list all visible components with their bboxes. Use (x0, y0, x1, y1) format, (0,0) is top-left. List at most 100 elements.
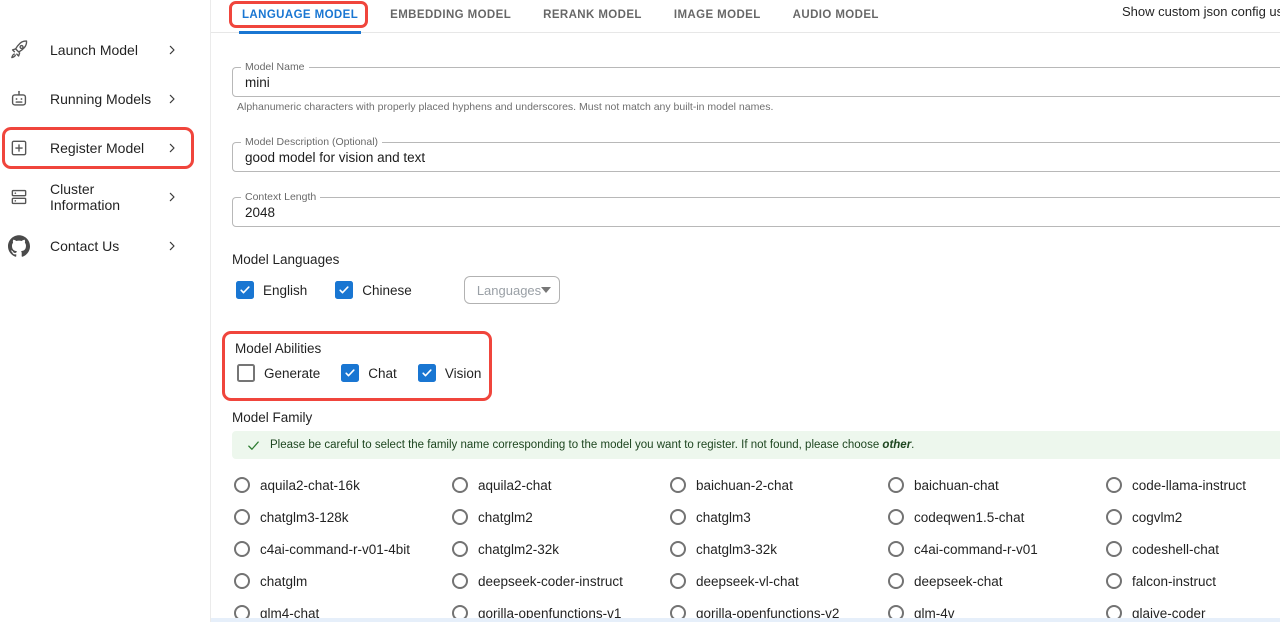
radio-option-chatglm3-128k[interactable]: chatglm3-128k (234, 501, 452, 533)
radio-option-aquila2-chat-16k[interactable]: aquila2-chat-16k (234, 469, 452, 501)
model-abilities-title: Model Abilities (235, 341, 489, 356)
checkbox-chinese[interactable]: Chinese (335, 281, 412, 299)
caret-down-icon (541, 287, 551, 293)
model-description-input[interactable] (232, 142, 1280, 172)
radio-option-label: codeqwen1.5-chat (914, 510, 1024, 525)
context-length-field: Context Length (232, 197, 1280, 227)
cluster-icon (8, 186, 30, 208)
radio-option-label: c4ai-command-r-v01 (914, 542, 1038, 557)
radio-unchecked-icon (452, 573, 468, 589)
sidebar-item-running-models[interactable]: Running Models (0, 81, 210, 117)
radio-unchecked-icon (452, 477, 468, 493)
radio-option-c4ai-command-r-v01[interactable]: c4ai-command-r-v01 (888, 533, 1106, 565)
radio-option-label: codeshell-chat (1132, 542, 1219, 557)
radio-option-falcon-instruct[interactable]: falcon-instruct (1106, 565, 1280, 597)
radio-option-label: code-llama-instruct (1132, 478, 1246, 493)
radio-option-label: chatglm3-128k (260, 510, 349, 525)
languages-select[interactable]: Languages (464, 276, 560, 304)
model-name-input[interactable] (232, 67, 1280, 97)
radio-option-aquila2-chat[interactable]: aquila2-chat (452, 469, 670, 501)
checkbox-label: English (263, 283, 307, 298)
tab-audio-model[interactable]: AUDIO MODEL (790, 0, 882, 33)
model-languages-row: English Chinese Languages (236, 276, 1280, 304)
tab-image-model[interactable]: IMAGE MODEL (671, 0, 764, 33)
model-languages-title: Model Languages (232, 252, 1280, 267)
sidebar-item-cluster-information[interactable]: Cluster Information (0, 179, 210, 215)
radio-unchecked-icon (888, 509, 904, 525)
github-icon (8, 235, 30, 257)
radio-option-label: baichuan-2-chat (696, 478, 793, 493)
model-family-options: aquila2-chat-16k aquila2-chat baichuan-2-c… (234, 469, 1280, 622)
sidebar-item-label: Register Model (50, 140, 164, 156)
context-length-input[interactable] (232, 197, 1280, 227)
radio-unchecked-icon (670, 573, 686, 589)
rocket-icon (8, 39, 30, 61)
model-description-label: Model Description (Optional) (241, 136, 382, 148)
tab-embedding-model[interactable]: EMBEDDING MODEL (387, 0, 514, 33)
sidebar-item-launch-model[interactable]: Launch Model (0, 32, 210, 68)
radio-unchecked-icon (1106, 509, 1122, 525)
radio-unchecked-icon (670, 509, 686, 525)
model-name-helper: Alphanumeric characters with properly pl… (237, 101, 1280, 113)
languages-select-label: Languages (477, 283, 541, 298)
radio-option-label: chatglm3-32k (696, 542, 777, 557)
radio-option-chatglm[interactable]: chatglm (234, 565, 452, 597)
radio-option-label: aquila2-chat-16k (260, 478, 360, 493)
radio-option-codeqwen1-5-chat[interactable]: codeqwen1.5-chat (888, 501, 1106, 533)
sidebar-item-label: Cluster Information (50, 181, 164, 213)
radio-unchecked-icon (888, 541, 904, 557)
sidebar-item-register-model[interactable]: Register Model (0, 130, 210, 166)
radio-option-chatglm2-32k[interactable]: chatglm2-32k (452, 533, 670, 565)
tab-language-model[interactable]: LANGUAGE MODEL (239, 0, 361, 33)
tab-annotation-box (229, 1, 368, 28)
checkbox-generate[interactable]: Generate (237, 364, 320, 382)
context-length-label: Context Length (241, 191, 320, 203)
radio-unchecked-icon (670, 541, 686, 557)
checkbox-unchecked-icon (237, 364, 255, 382)
radio-option-chatglm3-32k[interactable]: chatglm3-32k (670, 533, 888, 565)
checkbox-label: Generate (264, 366, 320, 381)
model-family-notice-text: Please be careful to select the family n… (270, 439, 914, 451)
radio-option-label: aquila2-chat (478, 478, 552, 493)
checkbox-checked-icon (236, 281, 254, 299)
radio-option-label: deepseek-chat (914, 574, 1003, 589)
radio-option-baichuan-chat[interactable]: baichuan-chat (888, 469, 1106, 501)
chevron-right-icon (164, 189, 180, 205)
radio-option-codeshell-chat[interactable]: codeshell-chat (1106, 533, 1280, 565)
radio-option-baichuan-2-chat[interactable]: baichuan-2-chat (670, 469, 888, 501)
radio-option-chatglm2[interactable]: chatglm2 (452, 501, 670, 533)
checkbox-english[interactable]: English (236, 281, 307, 299)
tab-rerank-model[interactable]: RERANK MODEL (540, 0, 645, 33)
radio-option-c4ai-command-r-v01-4bit[interactable]: c4ai-command-r-v01-4bit (234, 533, 452, 565)
radio-option-label: c4ai-command-r-v01-4bit (260, 542, 410, 557)
radio-unchecked-icon (1106, 573, 1122, 589)
active-tab-indicator (239, 31, 361, 34)
radio-option-label: deepseek-vl-chat (696, 574, 799, 589)
radio-option-cogvlm2[interactable]: cogvlm2 (1106, 501, 1280, 533)
check-icon (246, 438, 261, 453)
radio-unchecked-icon (234, 573, 250, 589)
radio-option-chatglm3[interactable]: chatglm3 (670, 501, 888, 533)
radio-option-deepseek-coder-instruct[interactable]: deepseek-coder-instruct (452, 565, 670, 597)
radio-option-label: baichuan-chat (914, 478, 999, 493)
checkbox-label: Chat (368, 366, 397, 381)
robot-icon (8, 88, 30, 110)
bottom-strip (211, 618, 1280, 622)
checkbox-vision[interactable]: Vision (418, 364, 482, 382)
radio-option-label: chatglm2 (478, 510, 533, 525)
checkbox-chat[interactable]: Chat (341, 364, 397, 382)
radio-option-deepseek-vl-chat[interactable]: deepseek-vl-chat (670, 565, 888, 597)
radio-unchecked-icon (234, 509, 250, 525)
sidebar-item-label: Contact Us (50, 238, 164, 254)
chevron-right-icon (164, 140, 180, 156)
sidebar-item-contact-us[interactable]: Contact Us (0, 228, 210, 264)
show-custom-json-config-link[interactable]: Show custom json config used b (1122, 4, 1280, 19)
model-family-title: Model Family (232, 410, 1280, 425)
radio-option-code-llama-instruct[interactable]: code-llama-instruct (1106, 469, 1280, 501)
radio-option-label: chatglm2-32k (478, 542, 559, 557)
sidebar: Launch Model Running Models Register Model… (0, 0, 211, 622)
sidebar-item-label: Launch Model (50, 42, 164, 58)
radio-option-label: chatglm (260, 574, 307, 589)
radio-option-deepseek-chat[interactable]: deepseek-chat (888, 565, 1106, 597)
radio-option-label: falcon-instruct (1132, 574, 1216, 589)
